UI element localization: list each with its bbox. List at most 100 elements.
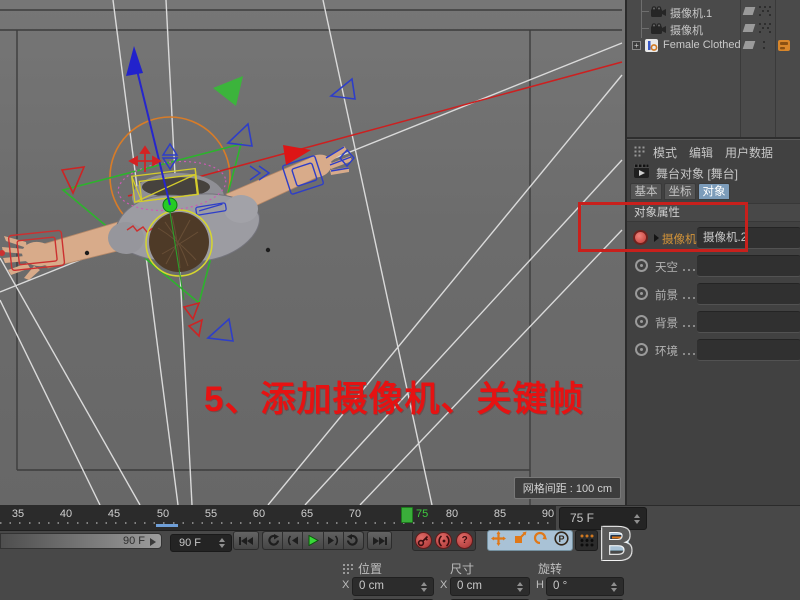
- column-divider: [740, 0, 741, 137]
- scene-edge-lines: [0, 10, 622, 505]
- position-header: 位置: [358, 560, 382, 577]
- help-button[interactable]: ?: [456, 532, 473, 549]
- object-label: 摄像机: [670, 22, 703, 38]
- foreground-link-field[interactable]: [697, 283, 800, 305]
- tick-label: 55: [198, 508, 224, 520]
- attribute-manager-menu: 模式 编辑 用户数据: [627, 142, 800, 160]
- record-position-button[interactable]: [491, 531, 506, 551]
- rotation-h-label: H: [536, 579, 544, 591]
- joint-dot: [266, 248, 270, 252]
- coords-grip-icon[interactable]: [342, 563, 353, 574]
- bottom-bar: 35 40 45 50 55 60 65 70 75 80 85 90 75 F…: [0, 505, 800, 600]
- record-parameter-icon: P: [554, 531, 569, 546]
- size-header: 尺寸: [450, 560, 474, 577]
- camera-icon: [651, 6, 666, 17]
- keyframe-circle-icon[interactable]: [635, 343, 648, 356]
- keyframe-circle-icon[interactable]: [635, 315, 648, 328]
- timeline-ruler[interactable]: 35 40 45 50 55 60 65 70 75 80 85 90: [0, 506, 556, 531]
- visibility-dots-icon[interactable]: [759, 23, 771, 33]
- previous-key-button[interactable]: [263, 532, 283, 549]
- next-key-icon: [347, 534, 360, 547]
- panel-divider[interactable]: [627, 137, 800, 140]
- range-handle-icon[interactable]: [150, 538, 156, 546]
- viewport-top-view[interactable]: 网格间距 : 100 cm 5、添加摄像机、关键帧: [0, 0, 625, 505]
- previous-frame-button[interactable]: [283, 532, 303, 549]
- rotation-h-stepper[interactable]: [611, 582, 618, 592]
- tree-branch: [641, 11, 649, 12]
- property-row-sky: 天空: [627, 252, 800, 280]
- layer-icon[interactable]: [743, 7, 756, 15]
- background-link-field[interactable]: [697, 311, 800, 333]
- preview-range-marker: [156, 524, 178, 527]
- visibility-dots-icon[interactable]: [759, 6, 771, 16]
- frame-count-stepper[interactable]: [219, 538, 226, 548]
- menu-edit[interactable]: 编辑: [689, 144, 713, 161]
- property-row-foreground: 前景: [627, 280, 800, 308]
- menu-mode[interactable]: 模式: [653, 144, 677, 161]
- previous-frame-icon: [286, 535, 299, 546]
- tab-object[interactable]: 对象: [698, 183, 730, 200]
- tab-basic[interactable]: 基本: [630, 183, 662, 200]
- environment-link-field[interactable]: [697, 339, 800, 361]
- stage-object-icon: [634, 164, 650, 179]
- layer-icon[interactable]: [743, 24, 756, 32]
- keyframe-circle-icon[interactable]: [635, 287, 648, 300]
- rotation-h-field[interactable]: 0 °: [546, 577, 624, 596]
- character-head[interactable]: [149, 212, 209, 272]
- goto-end-button[interactable]: [367, 531, 392, 550]
- green-camera-flag[interactable]: [213, 76, 243, 106]
- property-label: 前景: [655, 287, 678, 303]
- property-label: 天空: [655, 259, 678, 275]
- frame-stepper[interactable]: [634, 514, 641, 524]
- tab-coordinates[interactable]: 坐标: [664, 183, 696, 200]
- record-rotation-button[interactable]: [533, 531, 547, 550]
- object-label: Female Clothed: [663, 39, 741, 51]
- layer-icon[interactable]: [743, 41, 756, 49]
- point-level-animation-button[interactable]: [575, 530, 598, 551]
- position-x-stepper[interactable]: [421, 582, 428, 592]
- next-key-button[interactable]: [344, 532, 363, 549]
- next-frame-button[interactable]: [324, 532, 344, 549]
- frame-count-field[interactable]: 90 F: [170, 534, 232, 552]
- playhead[interactable]: [401, 507, 413, 523]
- record-options-group: P: [487, 530, 573, 551]
- goto-start-icon: [238, 536, 254, 546]
- play-icon: [307, 535, 319, 546]
- tick-label: 50: [150, 508, 176, 520]
- svg-text:P: P: [558, 533, 564, 543]
- panel-grip-icon[interactable]: [634, 146, 646, 157]
- material-tag-icon[interactable]: [778, 39, 791, 52]
- play-button[interactable]: [303, 532, 323, 549]
- keyframe-circle-icon[interactable]: [635, 259, 648, 272]
- record-position-icon: [491, 531, 506, 546]
- autokey-button[interactable]: [435, 532, 452, 549]
- record-parameter-button[interactable]: P: [554, 531, 569, 551]
- visibility-dots-icon[interactable]: [761, 41, 773, 51]
- camera-icon: [651, 23, 666, 34]
- record-scale-icon: [513, 531, 527, 545]
- right-panel: 摄像机.1 摄像机: [625, 0, 800, 505]
- size-x-stepper[interactable]: [517, 582, 524, 592]
- record-keyframe-button[interactable]: [415, 532, 432, 549]
- tutorial-annotation-rectangle: [578, 202, 748, 252]
- position-x-label: X: [342, 579, 349, 591]
- expand-icon[interactable]: +: [632, 41, 641, 50]
- tick-label: 65: [294, 508, 320, 520]
- tick-label: 70: [342, 508, 368, 520]
- camera-target-line: [128, 62, 622, 196]
- frame-count-value: 90 F: [179, 537, 201, 549]
- record-scale-button[interactable]: [513, 531, 527, 550]
- property-row-background: 背景: [627, 308, 800, 336]
- goto-start-button[interactable]: [233, 531, 259, 550]
- current-frame-label: 75: [416, 508, 436, 520]
- application-window: 网格间距 : 100 cm 5、添加摄像机、关键帧 摄像机.1: [0, 0, 800, 600]
- object-manager: 摄像机.1 摄像机: [627, 0, 800, 137]
- character-object-icon: [645, 39, 658, 52]
- size-x-field[interactable]: 0 cm: [450, 577, 530, 596]
- position-x-field[interactable]: 0 cm: [352, 577, 434, 596]
- timeline-range-slider[interactable]: 90 F: [0, 533, 162, 549]
- sky-link-field[interactable]: [697, 255, 800, 277]
- transport-group: [262, 531, 364, 550]
- property-label: 环境: [655, 343, 678, 359]
- menu-user-data[interactable]: 用户数据: [725, 144, 773, 161]
